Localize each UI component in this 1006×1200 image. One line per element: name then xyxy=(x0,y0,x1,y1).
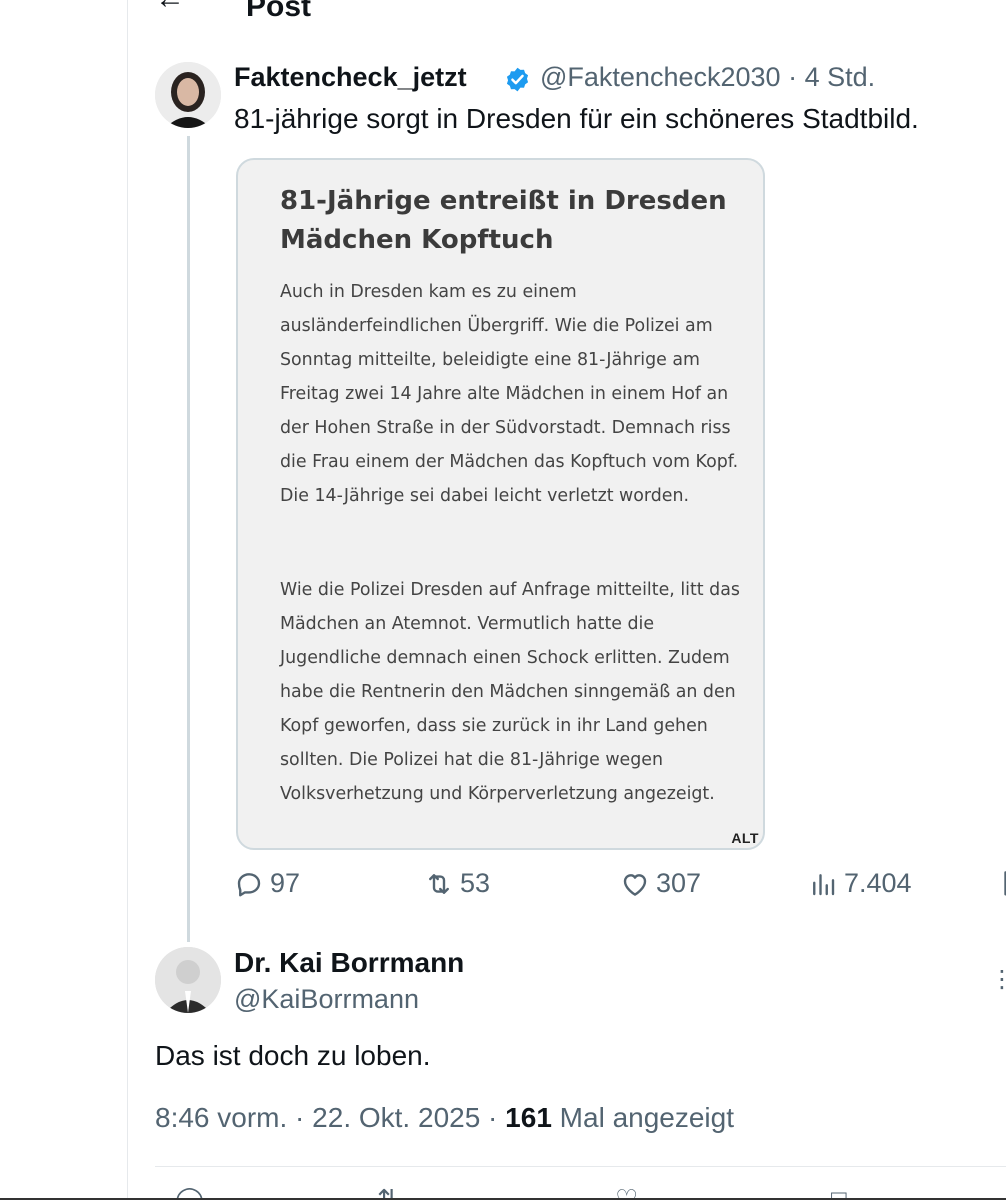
heart-icon xyxy=(623,873,647,896)
views-count: 7.404 xyxy=(844,868,912,898)
reply-button[interactable]: 97 xyxy=(234,868,300,899)
views-icon xyxy=(813,873,835,895)
reply-views-count: 161 xyxy=(505,1102,552,1133)
like-button[interactable]: 307 xyxy=(620,868,701,899)
tweet-handle-time: @Faktencheck2030 · 4 Std. xyxy=(540,62,875,93)
page-title: Post xyxy=(246,0,312,23)
reply-meta: 8:46 vorm. · 22. Okt. 2025 · 161 Mal ang… xyxy=(155,1102,735,1133)
author-name[interactable]: Faktencheck_jetzt xyxy=(234,62,467,93)
tweet-time[interactable]: 4 Std. xyxy=(805,62,876,92)
retweet-icon xyxy=(429,873,449,894)
retweet-count: 53 xyxy=(460,868,491,898)
tweet-media-image[interactable]: 81-Jährige entreißt in Dresden Mädchen K… xyxy=(236,158,765,850)
reply-text: Das ist doch zu loben. xyxy=(155,1040,431,1071)
reply-author-handle[interactable]: @KaiBorrmann xyxy=(234,984,419,1015)
arrow-left-icon[interactable]: ← xyxy=(155,0,185,16)
reply-time[interactable]: 8:46 vorm. xyxy=(155,1102,287,1133)
avatar[interactable] xyxy=(155,62,221,128)
tweet-text: 81-jährige sorgt in Dresden für ein schö… xyxy=(234,103,919,134)
thread-line xyxy=(187,136,190,942)
reply-author-name[interactable]: Dr. Kai Borrmann xyxy=(234,947,464,979)
author-handle[interactable]: @Faktencheck2030 xyxy=(540,62,781,92)
retweet-button[interactable]: 53 xyxy=(424,868,490,899)
separator-dot: · xyxy=(788,62,798,92)
alt-badge[interactable]: ALT xyxy=(731,830,763,846)
reply-count: 97 xyxy=(270,868,301,898)
avatar[interactable] xyxy=(155,947,221,1013)
views-button[interactable]: 7.404 xyxy=(808,868,912,899)
left-border xyxy=(127,0,128,1200)
reply-icon xyxy=(237,872,261,896)
verified-badge-icon xyxy=(506,67,529,92)
article-title: 81-Jährige entreißt in Dresden Mädchen K… xyxy=(280,186,727,255)
article-paragraph-1: Auch in Dresden kam es zu einem auslände… xyxy=(280,282,739,506)
reply-date[interactable]: 22. Okt. 2025 xyxy=(312,1102,480,1133)
bookmark-icon xyxy=(1004,871,1006,896)
more-options-icon[interactable]: ⋮ xyxy=(990,965,1006,994)
divider xyxy=(155,1166,1006,1167)
article-paragraph-2: Wie die Polizei Dresden auf Anfrage mitt… xyxy=(280,580,740,804)
like-count: 307 xyxy=(656,868,702,898)
bookmark-button[interactable] xyxy=(998,868,1006,898)
reply-views-label: Mal angezeigt xyxy=(559,1102,735,1133)
